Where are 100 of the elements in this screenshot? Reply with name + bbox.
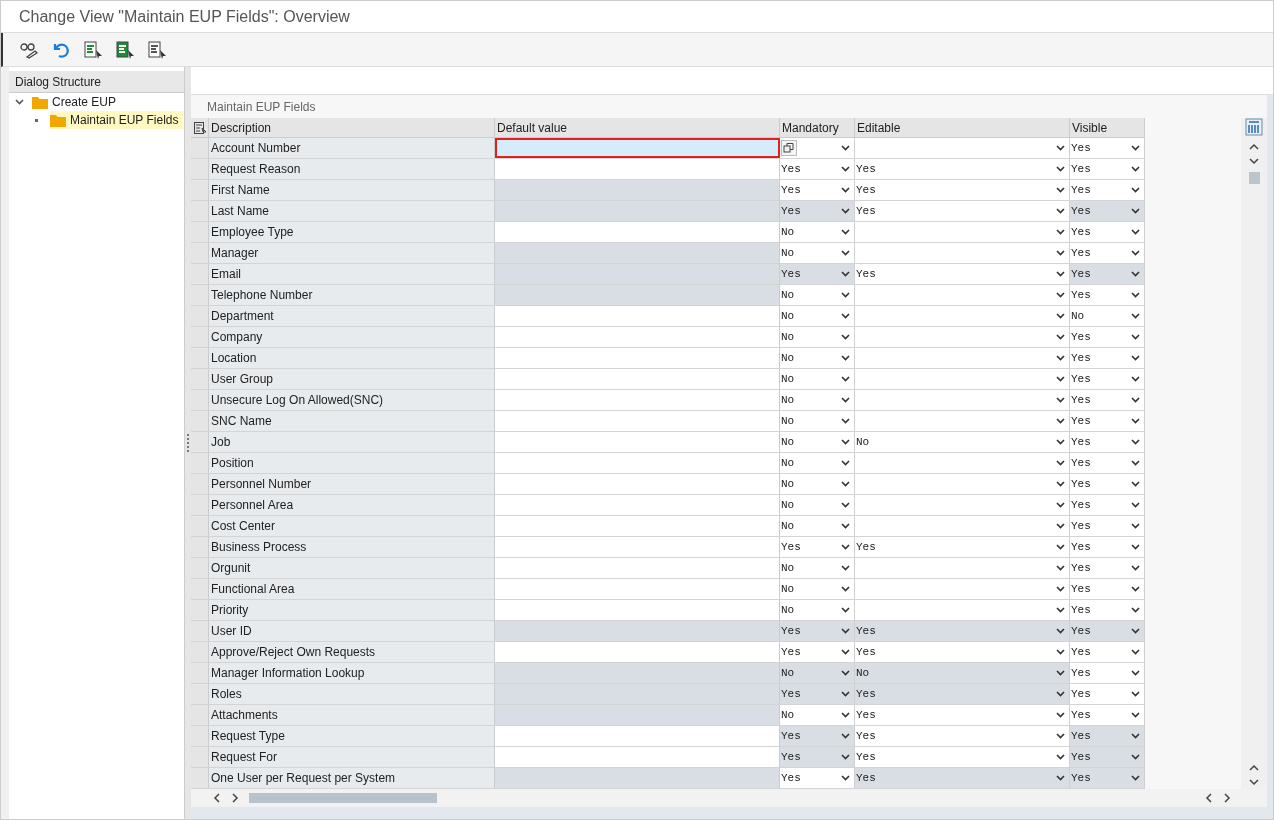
input-field[interactable]	[495, 747, 780, 767]
dropdown-field[interactable]: Yes	[855, 264, 1070, 284]
column-header[interactable]: Description	[211, 118, 272, 137]
input-field[interactable]	[495, 474, 780, 494]
dropdown-field[interactable]: Yes	[1070, 432, 1145, 452]
dropdown-field[interactable]: Yes	[855, 201, 1070, 221]
dropdown-field[interactable]: Yes	[780, 768, 855, 788]
document-cursor-icon[interactable]	[83, 39, 103, 60]
dropdown-field[interactable]: Yes	[1070, 642, 1145, 662]
dropdown-field[interactable]: No	[780, 516, 855, 536]
dropdown-field[interactable]: Yes	[1070, 579, 1145, 599]
dropdown-field[interactable]: No	[780, 243, 855, 263]
scrollbar-thumb[interactable]	[249, 793, 437, 803]
dropdown-field[interactable]	[855, 243, 1070, 263]
dropdown-field[interactable]: Yes	[855, 180, 1070, 200]
dropdown-field[interactable]: Yes	[1070, 369, 1145, 389]
dropdown-field[interactable]: Yes	[1070, 558, 1145, 578]
dropdown-field[interactable]: Yes	[1070, 600, 1145, 620]
dropdown-field[interactable]: No	[780, 327, 855, 347]
dropdown-field[interactable]: Yes	[1070, 705, 1145, 725]
row-selector[interactable]	[191, 390, 209, 410]
input-field[interactable]	[495, 306, 780, 326]
scrollbar-thumb[interactable]	[1248, 172, 1260, 184]
row-selector[interactable]	[191, 243, 209, 263]
input-field[interactable]	[495, 453, 780, 473]
dropdown-field[interactable]: Yes	[1070, 222, 1145, 242]
dropdown-field[interactable]: No	[780, 348, 855, 368]
dropdown-field[interactable]: Yes	[1070, 138, 1145, 158]
input-field[interactable]	[495, 495, 780, 515]
dropdown-field[interactable]: Yes	[855, 159, 1070, 179]
column-header[interactable]: Editable	[857, 118, 901, 137]
column-header[interactable]: Visible	[1072, 118, 1108, 137]
input-field[interactable]	[495, 642, 780, 662]
dropdown-field[interactable]: No	[780, 390, 855, 410]
table-settings-icon[interactable]	[193, 121, 206, 134]
tree-item[interactable]: Create EUP	[32, 93, 121, 111]
row-selector[interactable]	[191, 306, 209, 326]
input-field[interactable]	[495, 348, 780, 368]
input-field[interactable]	[495, 390, 780, 410]
chevron-right-icon[interactable]	[229, 793, 239, 803]
row-selector[interactable]	[191, 264, 209, 284]
dropdown-field[interactable]: No	[780, 285, 855, 305]
input-field[interactable]	[495, 516, 780, 536]
row-selector[interactable]	[191, 600, 209, 620]
dropdown-field[interactable]: No	[780, 579, 855, 599]
dropdown-field[interactable]	[855, 222, 1070, 242]
dropdown-field[interactable]: No	[780, 600, 855, 620]
row-selector[interactable]	[191, 684, 209, 704]
dropdown-field[interactable]: Yes	[1070, 537, 1145, 557]
row-selector[interactable]	[191, 768, 209, 788]
dropdown-field[interactable]: Yes	[1070, 411, 1145, 431]
input-field[interactable]	[495, 726, 780, 746]
row-selector[interactable]	[191, 222, 209, 242]
column-header[interactable]: Default value	[497, 118, 568, 137]
input-field[interactable]	[495, 138, 780, 158]
dropdown-field[interactable]: Yes	[1070, 180, 1145, 200]
dropdown-field[interactable]: Yes	[1070, 327, 1145, 347]
row-selector[interactable]	[191, 537, 209, 557]
row-selector[interactable]	[191, 579, 209, 599]
dropdown-field[interactable]: Yes	[1070, 495, 1145, 515]
input-field[interactable]	[495, 411, 780, 431]
dropdown-field[interactable]	[855, 474, 1070, 494]
chevron-down-icon[interactable]	[15, 99, 24, 105]
dropdown-field[interactable]	[855, 390, 1070, 410]
dropdown-field[interactable]	[855, 600, 1070, 620]
dropdown-field[interactable]: No	[855, 432, 1070, 452]
row-selector[interactable]	[191, 348, 209, 368]
dropdown-field[interactable]	[855, 453, 1070, 473]
vertical-scrollbar[interactable]	[1241, 118, 1267, 789]
row-selector[interactable]	[191, 621, 209, 641]
dropdown-field[interactable]: No	[780, 411, 855, 431]
row-selector[interactable]	[191, 726, 209, 746]
row-selector[interactable]	[191, 369, 209, 389]
row-selector[interactable]	[191, 663, 209, 683]
dropdown-field[interactable]: Yes	[780, 159, 855, 179]
chevron-left-icon[interactable]	[213, 793, 223, 803]
dropdown-field[interactable]: Yes	[855, 642, 1070, 662]
column-header[interactable]: Mandatory	[782, 118, 839, 137]
dropdown-field[interactable]	[855, 138, 1070, 158]
row-selector[interactable]	[191, 495, 209, 515]
dropdown-field[interactable]: No	[780, 453, 855, 473]
dropdown-field[interactable]: Yes	[780, 537, 855, 557]
dropdown-field[interactable]: No	[780, 474, 855, 494]
input-field[interactable]	[495, 222, 780, 242]
dropdown-field[interactable]: Yes	[1070, 453, 1145, 473]
input-field[interactable]	[495, 432, 780, 452]
input-field[interactable]	[495, 537, 780, 557]
dropdown-field[interactable]: No	[780, 558, 855, 578]
chevron-right-icon[interactable]	[1221, 793, 1231, 803]
dropdown-field[interactable]: Yes	[1070, 390, 1145, 410]
dropdown-field[interactable]: Yes	[1070, 474, 1145, 494]
row-selector[interactable]	[191, 180, 209, 200]
dropdown-field[interactable]	[855, 495, 1070, 515]
dropdown-field[interactable]: Yes	[855, 537, 1070, 557]
row-selector[interactable]	[191, 705, 209, 725]
dropdown-field[interactable]	[780, 138, 855, 158]
document-cursor-icon[interactable]	[115, 39, 135, 60]
document-cursor-icon[interactable]	[147, 39, 167, 60]
dropdown-field[interactable]: Yes	[855, 747, 1070, 767]
dropdown-field[interactable]: Yes	[1070, 663, 1145, 683]
